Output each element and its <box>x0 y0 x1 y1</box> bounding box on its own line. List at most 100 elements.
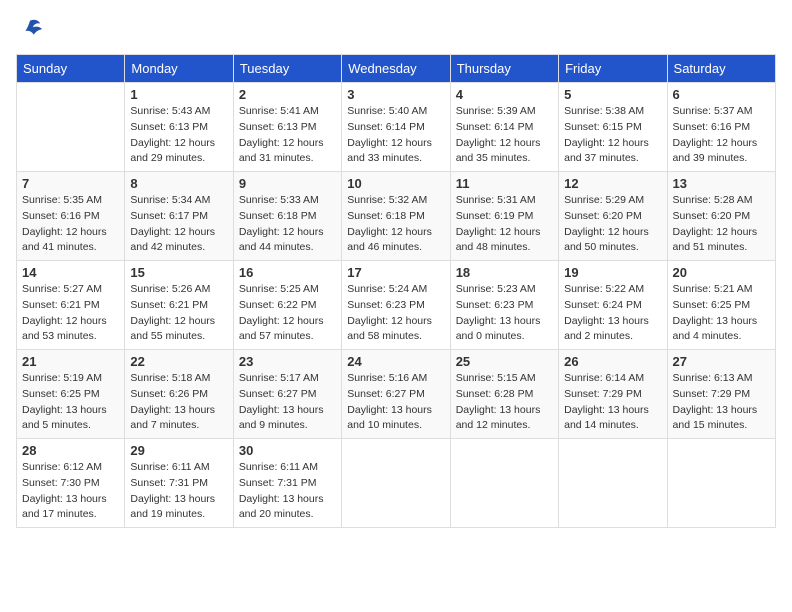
calendar-cell: 15 Sunrise: 5:26 AM Sunset: 6:21 PM Dayli… <box>125 261 233 350</box>
calendar-cell: 13 Sunrise: 5:28 AM Sunset: 6:20 PM Dayli… <box>667 172 775 261</box>
day-info: Sunrise: 5:37 AM Sunset: 6:16 PM Dayligh… <box>673 104 770 167</box>
weekday-header-saturday: Saturday <box>667 55 775 83</box>
calendar-cell: 23Sunrise: 5:17 AM Sunset: 6:27 PM Dayli… <box>233 350 341 439</box>
calendar-cell: 24 Sunrise: 5:16 AM Sunset: 6:27 PM Dayli… <box>342 350 450 439</box>
day-number: 11 <box>456 176 553 191</box>
day-number: 28 <box>22 443 119 458</box>
day-info: Sunrise: 5:32 AM Sunset: 6:18 PM Dayligh… <box>347 193 444 256</box>
day-number: 5 <box>564 87 661 102</box>
day-number: 6 <box>673 87 770 102</box>
day-number: 18 <box>456 265 553 280</box>
day-info: Sunrise: 5:26 AM Sunset: 6:21 PM Dayligh… <box>130 282 227 345</box>
calendar-cell: 28 Sunrise: 6:12 AM Sunset: 7:30 PM Dayli… <box>17 439 125 528</box>
day-info: Sunrise: 5:29 AM Sunset: 6:20 PM Dayligh… <box>564 193 661 256</box>
day-info: Sunrise: 5:23 AM Sunset: 6:23 PM Dayligh… <box>456 282 553 345</box>
day-info: Sunrise: 6:12 AM Sunset: 7:30 PM Dayligh… <box>22 460 119 523</box>
day-number: 20 <box>673 265 770 280</box>
day-info: Sunrise: 6:13 AM Sunset: 7:29 PM Dayligh… <box>673 371 770 434</box>
day-number: 13 <box>673 176 770 191</box>
calendar-cell: 12 Sunrise: 5:29 AM Sunset: 6:20 PM Dayli… <box>559 172 667 261</box>
calendar-week-2: 7 Sunrise: 5:35 AM Sunset: 6:16 PM Daylig… <box>17 172 776 261</box>
logo <box>16 16 44 44</box>
calendar-header-row: SundayMondayTuesdayWednesdayThursdayFrid… <box>17 55 776 83</box>
calendar-week-3: 14 Sunrise: 5:27 AM Sunset: 6:21 PM Dayli… <box>17 261 776 350</box>
day-info: Sunrise: 5:27 AM Sunset: 6:21 PM Dayligh… <box>22 282 119 345</box>
day-info: Sunrise: 5:19 AM Sunset: 6:25 PM Dayligh… <box>22 371 119 434</box>
calendar-cell: 8Sunrise: 5:34 AM Sunset: 6:17 PM Daylig… <box>125 172 233 261</box>
day-info: Sunrise: 5:33 AM Sunset: 6:18 PM Dayligh… <box>239 193 336 256</box>
day-number: 24 <box>347 354 444 369</box>
calendar-cell: 26Sunrise: 6:14 AM Sunset: 7:29 PM Dayli… <box>559 350 667 439</box>
day-info: Sunrise: 5:38 AM Sunset: 6:15 PM Dayligh… <box>564 104 661 167</box>
day-number: 12 <box>564 176 661 191</box>
weekday-header-tuesday: Tuesday <box>233 55 341 83</box>
calendar-cell: 1 Sunrise: 5:43 AM Sunset: 6:13 PM Daylig… <box>125 83 233 172</box>
day-info: Sunrise: 6:11 AM Sunset: 7:31 PM Dayligh… <box>239 460 336 523</box>
calendar-cell <box>450 439 558 528</box>
calendar-cell: 14 Sunrise: 5:27 AM Sunset: 6:21 PM Dayli… <box>17 261 125 350</box>
day-number: 15 <box>130 265 227 280</box>
calendar-cell: 20 Sunrise: 5:21 AM Sunset: 6:25 PM Dayli… <box>667 261 775 350</box>
day-info: Sunrise: 5:28 AM Sunset: 6:20 PM Dayligh… <box>673 193 770 256</box>
calendar-cell: 10 Sunrise: 5:32 AM Sunset: 6:18 PM Dayli… <box>342 172 450 261</box>
day-number: 4 <box>456 87 553 102</box>
calendar-cell: 3 Sunrise: 5:40 AM Sunset: 6:14 PM Daylig… <box>342 83 450 172</box>
weekday-header-wednesday: Wednesday <box>342 55 450 83</box>
day-number: 29 <box>130 443 227 458</box>
day-info: Sunrise: 5:24 AM Sunset: 6:23 PM Dayligh… <box>347 282 444 345</box>
day-number: 17 <box>347 265 444 280</box>
day-info: Sunrise: 5:31 AM Sunset: 6:19 PM Dayligh… <box>456 193 553 256</box>
day-info: Sunrise: 5:18 AM Sunset: 6:26 PM Dayligh… <box>130 371 227 434</box>
day-number: 22 <box>130 354 227 369</box>
weekday-header-friday: Friday <box>559 55 667 83</box>
weekday-header-thursday: Thursday <box>450 55 558 83</box>
day-number: 1 <box>130 87 227 102</box>
day-number: 10 <box>347 176 444 191</box>
calendar-cell: 16 Sunrise: 5:25 AM Sunset: 6:22 PM Dayli… <box>233 261 341 350</box>
calendar-week-1: 1 Sunrise: 5:43 AM Sunset: 6:13 PM Daylig… <box>17 83 776 172</box>
day-number: 27 <box>673 354 770 369</box>
calendar-cell: 7 Sunrise: 5:35 AM Sunset: 6:16 PM Daylig… <box>17 172 125 261</box>
calendar-cell: 5 Sunrise: 5:38 AM Sunset: 6:15 PM Daylig… <box>559 83 667 172</box>
day-number: 19 <box>564 265 661 280</box>
day-info: Sunrise: 5:22 AM Sunset: 6:24 PM Dayligh… <box>564 282 661 345</box>
calendar-cell: 22 Sunrise: 5:18 AM Sunset: 6:26 PM Dayli… <box>125 350 233 439</box>
calendar-cell: 27 Sunrise: 6:13 AM Sunset: 7:29 PM Dayli… <box>667 350 775 439</box>
day-info: Sunrise: 5:40 AM Sunset: 6:14 PM Dayligh… <box>347 104 444 167</box>
calendar-cell: 6 Sunrise: 5:37 AM Sunset: 6:16 PM Daylig… <box>667 83 775 172</box>
day-number: 16 <box>239 265 336 280</box>
calendar-cell: 11 Sunrise: 5:31 AM Sunset: 6:19 PM Dayli… <box>450 172 558 261</box>
day-number: 30 <box>239 443 336 458</box>
weekday-header-sunday: Sunday <box>17 55 125 83</box>
day-info: Sunrise: 5:43 AM Sunset: 6:13 PM Dayligh… <box>130 104 227 167</box>
day-number: 8 <box>130 176 227 191</box>
calendar-cell: 4Sunrise: 5:39 AM Sunset: 6:14 PM Daylig… <box>450 83 558 172</box>
calendar-cell: 17 Sunrise: 5:24 AM Sunset: 6:23 PM Dayli… <box>342 261 450 350</box>
day-number: 3 <box>347 87 444 102</box>
day-number: 7 <box>22 176 119 191</box>
day-info: Sunrise: 5:25 AM Sunset: 6:22 PM Dayligh… <box>239 282 336 345</box>
weekday-header-monday: Monday <box>125 55 233 83</box>
calendar-cell: 18 Sunrise: 5:23 AM Sunset: 6:23 PM Dayli… <box>450 261 558 350</box>
day-info: Sunrise: 5:21 AM Sunset: 6:25 PM Dayligh… <box>673 282 770 345</box>
calendar-body: 1 Sunrise: 5:43 AM Sunset: 6:13 PM Daylig… <box>17 83 776 528</box>
day-info: Sunrise: 5:16 AM Sunset: 6:27 PM Dayligh… <box>347 371 444 434</box>
calendar-cell: 30 Sunrise: 6:11 AM Sunset: 7:31 PM Dayli… <box>233 439 341 528</box>
day-info: Sunrise: 5:35 AM Sunset: 6:16 PM Dayligh… <box>22 193 119 256</box>
day-info: Sunrise: 6:11 AM Sunset: 7:31 PM Dayligh… <box>130 460 227 523</box>
calendar-cell <box>17 83 125 172</box>
calendar-cell <box>559 439 667 528</box>
page-header <box>16 16 776 44</box>
calendar-cell: 21 Sunrise: 5:19 AM Sunset: 6:25 PM Dayli… <box>17 350 125 439</box>
day-number: 21 <box>22 354 119 369</box>
calendar-week-4: 21 Sunrise: 5:19 AM Sunset: 6:25 PM Dayli… <box>17 350 776 439</box>
day-number: 2 <box>239 87 336 102</box>
day-info: Sunrise: 5:17 AM Sunset: 6:27 PM Dayligh… <box>239 371 336 434</box>
calendar-cell: 9Sunrise: 5:33 AM Sunset: 6:18 PM Daylig… <box>233 172 341 261</box>
day-info: Sunrise: 5:15 AM Sunset: 6:28 PM Dayligh… <box>456 371 553 434</box>
calendar-cell <box>342 439 450 528</box>
day-info: Sunrise: 6:14 AM Sunset: 7:29 PM Dayligh… <box>564 371 661 434</box>
logo-bird-icon <box>16 16 44 44</box>
day-number: 14 <box>22 265 119 280</box>
calendar-cell: 25Sunrise: 5:15 AM Sunset: 6:28 PM Dayli… <box>450 350 558 439</box>
